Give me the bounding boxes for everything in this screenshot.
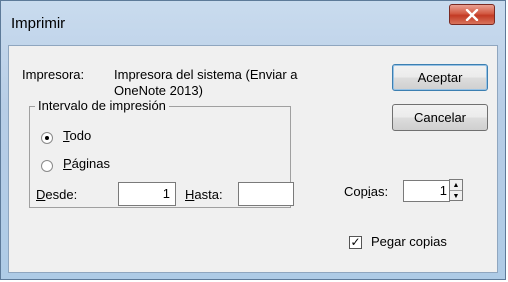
close-button[interactable] <box>449 4 495 25</box>
title-bar[interactable]: Imprimir <box>1 1 505 45</box>
spin-down-icon[interactable]: ▼ <box>450 191 462 201</box>
from-label: Desde: <box>36 187 77 202</box>
radio-all[interactable] <box>41 132 53 144</box>
radio-pages-label[interactable]: Páginas <box>63 156 110 171</box>
from-input[interactable]: 1 <box>118 182 176 206</box>
print-dialog: Imprimir Impresora: Impresora del sistem… <box>0 0 506 280</box>
close-icon <box>465 8 479 21</box>
mnemonic-h: H <box>185 187 195 202</box>
collate-label[interactable]: Pegar copias <box>371 234 447 249</box>
printer-label: Impresora: <box>22 67 85 82</box>
radio-selected-dot <box>45 136 49 140</box>
dialog-body: Impresora: Impresora del sistema (Enviar… <box>8 45 498 273</box>
printer-name-line2: OneNote 2013) <box>114 83 203 98</box>
to-input[interactable] <box>238 182 294 206</box>
mnemonic-p: P <box>63 156 72 171</box>
radio-all-text: odo <box>69 128 92 143</box>
ok-button[interactable]: Aceptar <box>392 64 488 91</box>
to-text: asta: <box>194 187 223 202</box>
dialog-title: Imprimir <box>11 15 66 32</box>
mnemonic-d: D <box>36 187 46 202</box>
copies-spinner[interactable]: ▲ ▼ <box>449 179 463 201</box>
radio-pages[interactable] <box>41 160 53 172</box>
radio-all-label[interactable]: Todo <box>63 128 91 143</box>
print-range-legend: Intervalo de impresión <box>35 98 169 113</box>
from-text: esde: <box>45 187 78 202</box>
collate-checkbox[interactable]: ✓ <box>349 236 362 249</box>
printer-name-line1: Impresora del sistema (Enviar a <box>114 67 298 82</box>
cancel-button[interactable]: Cancelar <box>392 104 488 131</box>
copies-input[interactable]: 1 <box>403 180 450 202</box>
copies-text-b: as: <box>370 184 389 199</box>
spin-up-icon[interactable]: ▲ <box>450 180 462 191</box>
radio-pages-text: áginas <box>71 156 110 171</box>
copies-text-a: Cop <box>344 184 368 199</box>
copies-label: Copias: <box>344 184 388 199</box>
to-label: Hasta: <box>185 187 223 202</box>
